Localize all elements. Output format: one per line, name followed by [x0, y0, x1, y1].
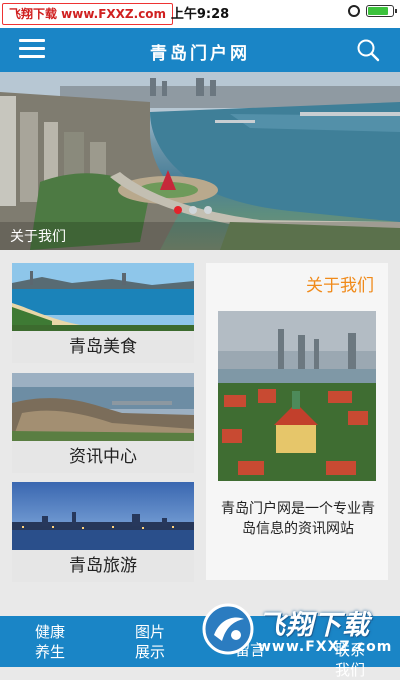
- hero-caption: 关于我们: [10, 229, 66, 245]
- battery-icon: [366, 5, 397, 17]
- app-header: 青岛门户网: [0, 28, 400, 72]
- watermark-url: www.FXXZ.com: [258, 639, 393, 655]
- nav-item-health[interactable]: 健康 养生: [30, 622, 70, 662]
- about-image: [218, 311, 376, 481]
- watermark-logo: 飞翔下载 www.FXXZ.com: [200, 597, 400, 667]
- status-bar: 飞翔下载 www.FXXZ.com 上午9:28: [0, 0, 400, 28]
- rotation-lock-icon: [348, 5, 360, 17]
- hero-banner[interactable]: 关于我们: [0, 72, 400, 250]
- card-news-image: [12, 373, 194, 441]
- card-travel-image: [12, 482, 194, 550]
- carousel-dot[interactable]: [204, 206, 212, 214]
- card-label: 青岛旅游: [12, 550, 194, 582]
- about-description: 青岛门户网是一个专业青岛信息的资讯网站: [221, 501, 375, 537]
- carousel-dot[interactable]: [174, 206, 182, 214]
- carousel-indicators: [174, 206, 212, 214]
- card-food[interactable]: 青岛美食: [12, 263, 194, 363]
- page-title: 青岛门户网: [150, 44, 250, 64]
- card-label: 资讯中心: [12, 441, 194, 473]
- watermark-brand: 飞翔下载: [258, 610, 370, 641]
- nav-item-gallery[interactable]: 图片 展示: [130, 622, 170, 662]
- card-news[interactable]: 资讯中心: [12, 373, 194, 473]
- carousel-dot[interactable]: [189, 206, 197, 214]
- card-travel[interactable]: 青岛旅游: [12, 482, 194, 582]
- about-panel[interactable]: 关于我们 青岛门户网是一个专业青岛信息的资讯网站: [206, 263, 388, 580]
- status-indicators: [348, 5, 397, 17]
- search-icon[interactable]: [356, 38, 380, 62]
- battery-level: [368, 7, 389, 15]
- status-time: 上午9:28: [170, 7, 230, 22]
- about-title: 关于我们: [306, 276, 374, 296]
- card-food-image: [12, 263, 194, 331]
- card-label: 青岛美食: [12, 331, 194, 363]
- watermark-emblem-icon: [202, 603, 254, 655]
- hero-city-image: [0, 72, 400, 250]
